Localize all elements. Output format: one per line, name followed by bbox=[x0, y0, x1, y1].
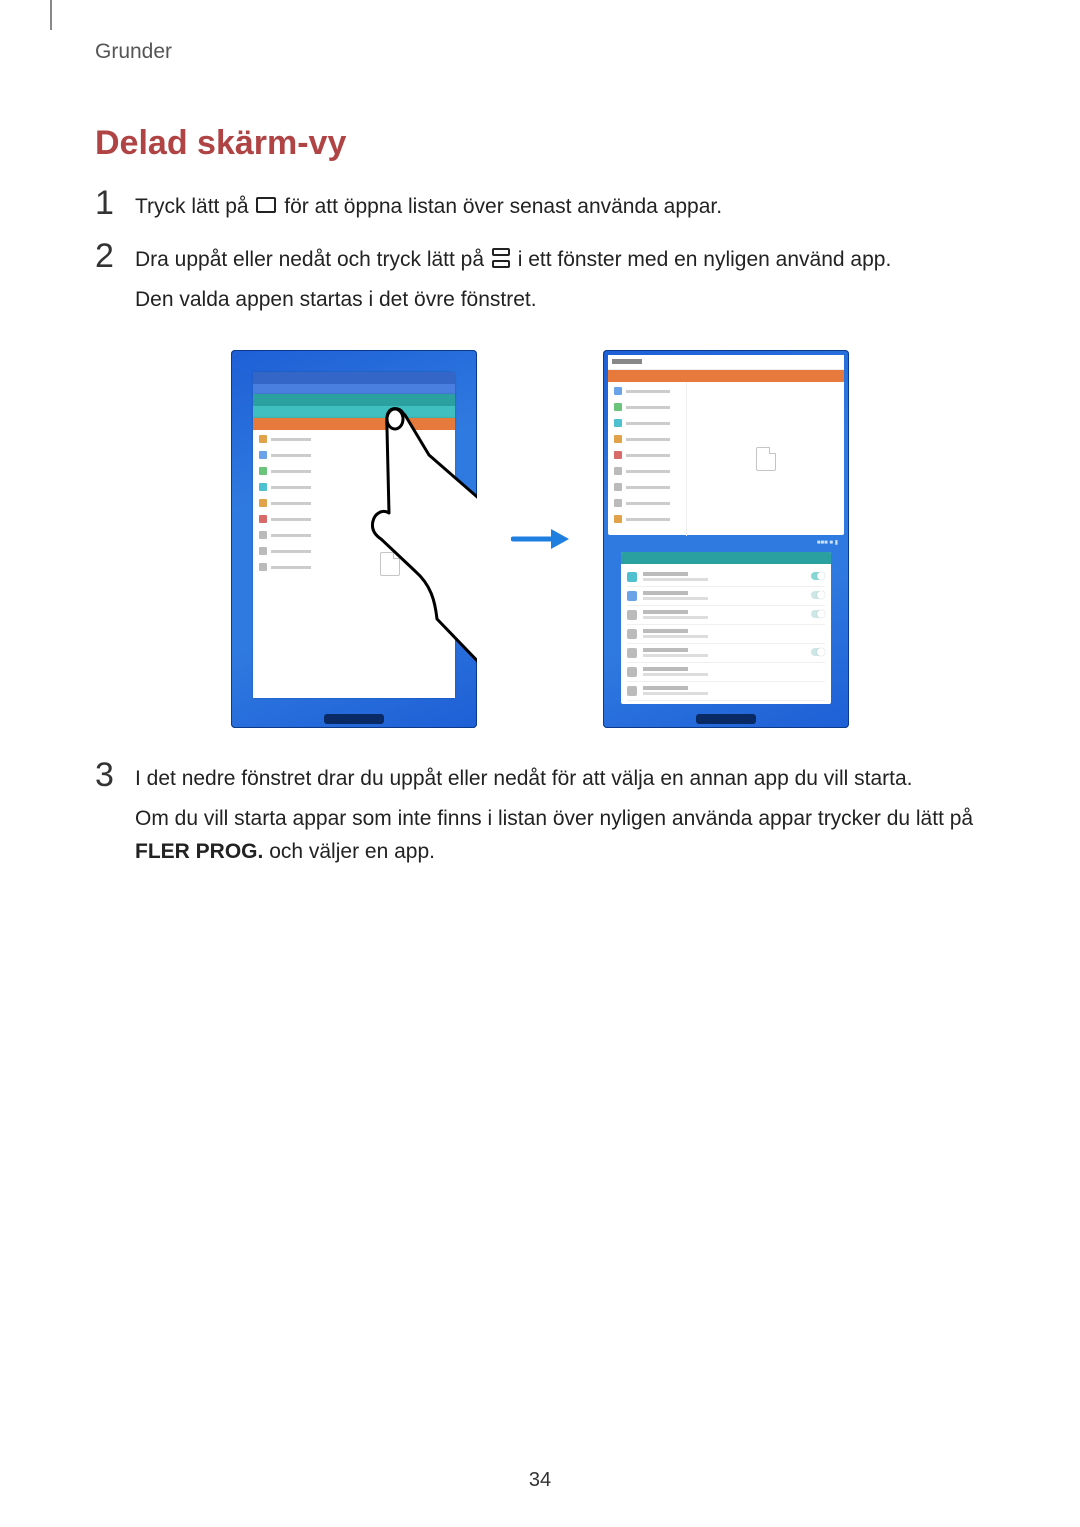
settings-list bbox=[621, 564, 831, 704]
top-pane-files bbox=[608, 355, 844, 535]
files-toolbar bbox=[608, 355, 844, 370]
step-2-text-before: Dra uppåt eller nedåt och tryck lätt på bbox=[135, 248, 490, 271]
page-number: 34 bbox=[0, 1469, 1080, 1492]
files-sidebar bbox=[608, 382, 687, 536]
step-1-number: 1 bbox=[95, 186, 135, 220]
bottom-pane-settings bbox=[621, 552, 831, 704]
files-content bbox=[687, 382, 844, 536]
step-1-body: Tryck lätt på för att öppna listan över … bbox=[135, 191, 722, 232]
fler-prog-label: FLER PROG. bbox=[135, 840, 263, 863]
arrow-icon bbox=[511, 527, 569, 551]
step-2-body: Dra uppåt eller nedåt och tryck lätt på … bbox=[135, 244, 891, 325]
step-1-text-before: Tryck lätt på bbox=[135, 195, 254, 218]
device-right: ■■■ ■ ▮ bbox=[603, 350, 849, 728]
step-3-line2b: och väljer en app. bbox=[269, 840, 435, 863]
split-screen-icon bbox=[492, 248, 510, 268]
device-left bbox=[231, 350, 477, 728]
page-heading: Delad skärm-vy bbox=[95, 124, 985, 163]
device-nav-bar bbox=[696, 714, 756, 724]
recent-apps-icon bbox=[256, 197, 276, 213]
figure: ■■■ ■ ▮ bbox=[95, 350, 985, 728]
device-nav-bar bbox=[324, 714, 384, 724]
step-2-text-after: i ett fönster med en nyligen använd app. bbox=[518, 248, 892, 271]
step-2-line2: Den valda appen startas i det övre fönst… bbox=[135, 284, 891, 317]
step-1-text-after: för att öppna listan över senast använda… bbox=[284, 195, 722, 218]
step-2-number: 2 bbox=[95, 239, 135, 273]
step-3-body: I det nedre fönstret drar du uppåt eller… bbox=[135, 763, 985, 877]
breadcrumb: Grunder bbox=[95, 40, 985, 64]
document-icon bbox=[756, 447, 776, 471]
step-2: 2 Dra uppåt eller nedåt och tryck lätt p… bbox=[95, 244, 985, 325]
recent-card-1 bbox=[253, 372, 455, 396]
file-sidebar bbox=[253, 430, 326, 698]
page: Grunder Delad skärm-vy 1 Tryck lätt på f… bbox=[0, 0, 1080, 1527]
step-3-line2a: Om du vill starta appar som inte finns i… bbox=[135, 807, 973, 830]
drag-hand-icon bbox=[371, 405, 477, 675]
header-rule bbox=[50, 0, 52, 30]
files-orange-tab bbox=[608, 370, 844, 382]
step-3: 3 I det nedre fönstret drar du uppåt ell… bbox=[95, 763, 985, 877]
split-resize-handle: ■■■ ■ ▮ bbox=[608, 537, 844, 549]
step-3-line1: I det nedre fönstret drar du uppåt eller… bbox=[135, 763, 985, 796]
step-1: 1 Tryck lätt på för att öppna listan öve… bbox=[95, 191, 985, 232]
step-3-number: 3 bbox=[95, 758, 135, 792]
